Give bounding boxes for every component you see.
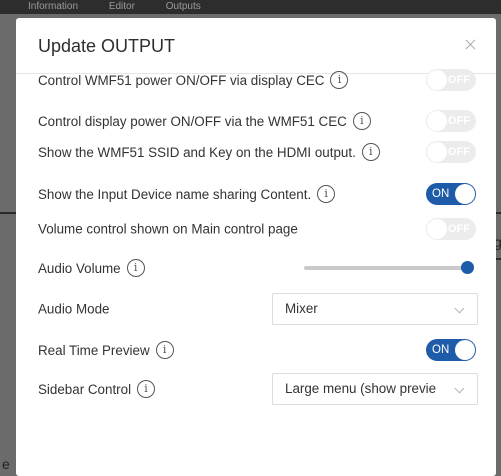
toggle-knob	[455, 340, 475, 360]
background-tab: Editor	[108, 1, 135, 12]
toggle-knob	[427, 70, 447, 90]
settings-row-label-group: Control WMF51 power ON/OFF via display C…	[38, 71, 349, 89]
chevron-down-icon	[454, 383, 465, 394]
toggle-switch[interactable]: OFF	[426, 141, 476, 163]
settings-row-label-group: Show the Input Device name sharing Conte…	[38, 185, 336, 203]
toggle-knob	[427, 111, 447, 131]
setting-label: Sidebar Control	[38, 381, 132, 397]
settings-row-label-group: Show the WMF51 SSID and Key on the HDMI …	[38, 143, 380, 161]
toggle-knob	[427, 219, 447, 239]
toggle-knob	[427, 142, 447, 162]
slider-track	[304, 266, 468, 270]
settings-row-label-group: Sidebar Control i	[38, 380, 156, 398]
info-icon[interactable]: i	[126, 259, 145, 277]
close-icon[interactable]	[464, 38, 478, 52]
dropdown-select[interactable]: Mixer	[272, 293, 478, 325]
settings-row: Show the WMF51 SSID and Key on the HDMI …	[38, 137, 496, 167]
setting-label: Audio Mode	[38, 301, 110, 317]
setting-label: Show the WMF51 SSID and Key on the HDMI …	[38, 144, 356, 160]
dialog-title: Update OUTPUT	[38, 36, 176, 56]
slider-thumb[interactable]	[461, 261, 474, 274]
toggle-switch[interactable]: ON	[426, 183, 476, 205]
settings-row: Show the Input Device name sharing Conte…	[38, 179, 496, 209]
settings-row-label-group: Control display power ON/OFF via the WMF…	[38, 112, 371, 130]
setting-label: Show the Input Device name sharing Conte…	[38, 186, 312, 202]
dropdown-select[interactable]: Large menu (show previe	[272, 373, 478, 405]
settings-row: Control WMF51 power ON/OFF via display C…	[38, 65, 496, 95]
settings-row-label-group: Audio Volume i	[38, 259, 145, 277]
setting-label: Control display power ON/OFF via the WMF…	[38, 113, 347, 129]
info-icon[interactable]: i	[361, 143, 380, 161]
setting-label: Volume control shown on Main control pag…	[38, 221, 298, 237]
toggle-state-label: ON	[432, 344, 450, 356]
info-icon[interactable]: i	[137, 380, 156, 398]
settings-row: Real Time Preview i ON	[38, 335, 496, 365]
settings-row-label-group: Volume control shown on Main control pag…	[38, 222, 298, 237]
toggle-switch[interactable]: OFF	[426, 218, 476, 240]
toggle-state-label: OFF	[448, 223, 470, 235]
update-output-dialog: Update OUTPUT Control WMF51 power ON/OFF…	[16, 18, 496, 476]
settings-row-label-group: Audio Mode	[38, 302, 109, 317]
settings-row: Audio Volume i	[38, 253, 496, 283]
toggle-switch[interactable]: OFF	[426, 110, 476, 132]
setting-label: Audio Volume	[38, 260, 121, 276]
background-divider	[0, 212, 16, 214]
toggle-state-label: OFF	[448, 115, 470, 127]
settings-row: Control display power ON/OFF via the WMF…	[38, 106, 496, 136]
info-icon[interactable]: i	[352, 112, 371, 130]
settings-row: Volume control shown on Main control pag…	[38, 214, 496, 244]
background-top-bar: Information Editor Outputs	[0, 0, 501, 14]
background-divider	[496, 258, 501, 260]
info-icon[interactable]: i	[317, 185, 336, 203]
toggle-state-label: ON	[432, 188, 450, 200]
setting-label: Control WMF51 power ON/OFF via display C…	[38, 72, 325, 88]
info-icon[interactable]: i	[330, 71, 349, 89]
toggle-state-label: OFF	[448, 74, 470, 86]
background-tab: Outputs	[165, 1, 201, 12]
toggle-state-label: OFF	[448, 146, 470, 158]
select-value: Mixer	[285, 301, 318, 316]
setting-label: Real Time Preview	[38, 342, 150, 358]
audio-volume-slider[interactable]	[304, 261, 474, 275]
toggle-switch[interactable]: ON	[426, 339, 476, 361]
background-divider	[496, 212, 501, 214]
info-icon[interactable]: i	[155, 341, 174, 359]
toggle-knob	[455, 184, 475, 204]
chevron-down-icon	[454, 303, 465, 314]
select-value: Large menu (show previe	[285, 381, 437, 396]
toggle-switch[interactable]: OFF	[426, 69, 476, 91]
background-tab: Information	[28, 1, 79, 12]
background-text-fragment: e	[2, 456, 10, 472]
settings-row: Audio Mode Mixer	[38, 293, 496, 325]
settings-row-label-group: Real Time Preview i	[38, 341, 174, 359]
settings-row: Sidebar Control i Large menu (show previe	[38, 373, 496, 405]
